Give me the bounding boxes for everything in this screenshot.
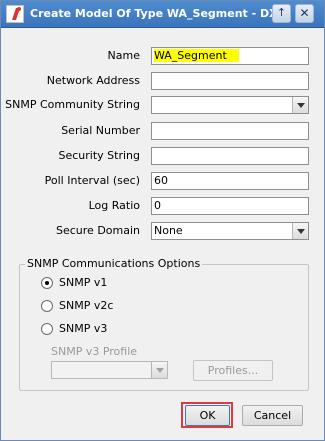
poll-interval-label: Poll Interval (sec)	[44, 174, 140, 187]
radio-label: SNMP v1	[59, 276, 108, 289]
radio-button[interactable]	[41, 323, 53, 335]
chevron-down-icon	[151, 362, 167, 378]
secure-domain-label: Secure Domain	[56, 224, 140, 237]
log-ratio-label: Log Ratio	[88, 199, 140, 212]
app-icon	[6, 5, 24, 23]
name-value: WA_Segment	[154, 49, 239, 62]
snmp-v3-profile-label: SNMP v3 Profile	[51, 345, 138, 358]
radio-label: SNMP v2c	[59, 299, 114, 312]
chevron-down-icon[interactable]	[292, 223, 308, 239]
secure-domain-combo[interactable]: None	[151, 222, 309, 240]
snmp-community-combo[interactable]	[151, 96, 309, 114]
close-icon[interactable]: ✕	[295, 4, 314, 23]
name-field[interactable]: WA_Segment	[151, 47, 309, 65]
pin-icon[interactable]: ↑	[272, 4, 291, 23]
secure-domain-value: None	[154, 224, 183, 237]
serial-number-field[interactable]	[151, 122, 309, 140]
radio-label: SNMP v3	[59, 322, 108, 335]
create-model-dialog: Create Model Of Type WA_Segment - DX Net…	[0, 0, 325, 441]
chevron-down-icon[interactable]	[292, 97, 308, 113]
poll-interval-field[interactable]: 60	[151, 172, 309, 190]
log-ratio-field[interactable]: 0	[151, 197, 309, 215]
security-string-label: Security String	[58, 149, 141, 162]
title-bar[interactable]: Create Model Of Type WA_Segment - DX Net…	[1, 1, 324, 28]
profiles-button: Profiles...	[193, 360, 273, 381]
radio-button-selected[interactable]	[41, 277, 53, 289]
network-address-field[interactable]	[151, 72, 309, 90]
serial-number-label: Serial Number	[61, 124, 140, 137]
snmp-v3-profile-combo	[51, 361, 168, 379]
cancel-button[interactable]: Cancel	[242, 405, 303, 426]
security-string-field[interactable]	[151, 147, 309, 165]
name-label: Name	[107, 49, 140, 62]
ok-button[interactable]: OK	[185, 405, 230, 426]
snmp-community-label: SNMP Community String	[5, 98, 140, 111]
radio-button[interactable]	[41, 300, 53, 312]
window-title: Create Model Of Type WA_Segment - DX Net	[30, 7, 278, 20]
snmp-options-title: SNMP Communications Options	[25, 257, 203, 271]
network-address-label: Network Address	[46, 74, 140, 87]
